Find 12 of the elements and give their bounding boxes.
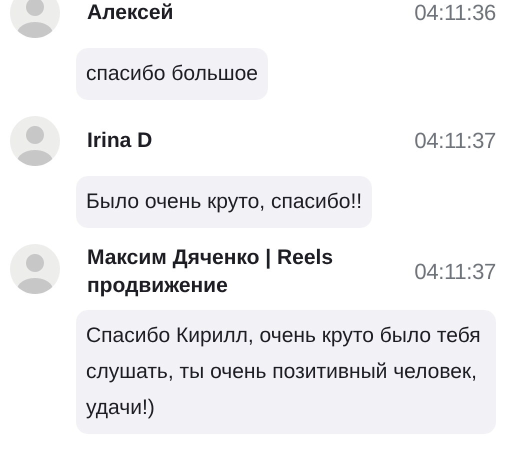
message-bubble: Было очень круто, спасибо!! bbox=[76, 176, 372, 228]
author-name: Максим Дяченко | Reels продвижение bbox=[87, 245, 334, 299]
avatar-icon bbox=[10, 116, 60, 166]
author-name: Irina D bbox=[87, 128, 152, 154]
message-time: 04:11:36 bbox=[414, 0, 496, 26]
message-bubble: спасибо большое bbox=[76, 48, 268, 100]
author-name: Алексей bbox=[87, 0, 174, 26]
avatar-icon bbox=[10, 244, 60, 294]
message-time: 04:11:37 bbox=[414, 259, 496, 285]
message-time: 04:11:37 bbox=[414, 128, 496, 154]
avatar-icon bbox=[10, 0, 60, 38]
message-bubble: Спасибо Кирилл, очень круто было тебя слушать, ты очень позитивный человек, удачи!) bbox=[76, 310, 496, 434]
